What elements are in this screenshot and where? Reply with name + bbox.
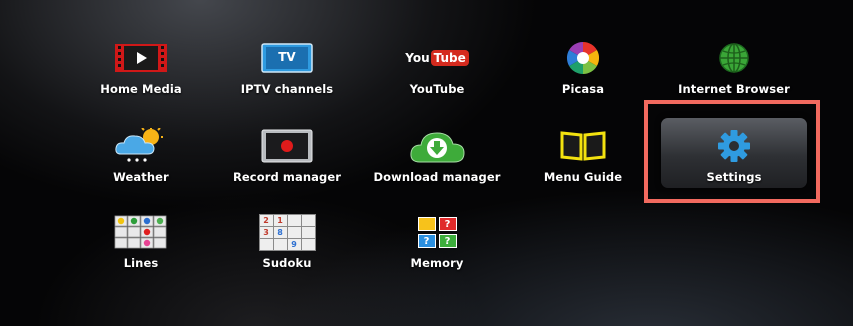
menu-item-sudoku[interactable]: 2 1 3 8 9 Sudoku [212,213,362,284]
menu-item-menu-guide[interactable]: Menu Guide [508,128,658,198]
sudoku-cell [301,214,315,226]
sudoku-cell [301,238,315,250]
menu-item-label: Home Media [100,82,182,96]
menu-item-label: Menu Guide [543,170,623,184]
sudoku-cell: 2 [259,214,273,226]
sudoku-cell: 8 [273,226,287,238]
menu-item-label: YouTube [409,82,465,96]
menu-item-label: Sudoku [262,256,312,270]
menu-item-label: Download manager [373,170,501,184]
sudoku-cell: 1 [273,214,287,226]
record-icon [261,128,313,164]
picasa-icon [566,40,600,76]
youtube-you-text: You [405,51,430,65]
menu-item-label: Memory [410,256,464,270]
home-media-icon [114,40,168,76]
menu-item-weather[interactable]: Weather [66,128,216,198]
sudoku-cell [301,226,315,238]
memory-game-icon: ? ? ? [417,214,457,250]
menu-item-download-manager[interactable]: Download manager [362,128,512,198]
menu-item-label: Weather [113,170,169,184]
sudoku-cell [273,238,287,250]
menu-item-label: Picasa [561,82,605,96]
memory-card: ? [438,233,457,248]
menu-item-iptv-channels[interactable]: TV IPTV channels [212,40,362,110]
youtube-tube-text: Tube [430,50,469,66]
menu-item-youtube[interactable]: You Tube YouTube [362,40,512,110]
download-icon [408,128,466,164]
menu-item-label: Internet Browser [678,82,790,96]
menu-item-record-manager[interactable]: Record manager [212,128,362,198]
menu-item-picasa[interactable]: Picasa [508,40,658,110]
youtube-icon: You Tube [405,40,469,76]
sudoku-cell [287,226,301,238]
highlight-frame [644,100,820,203]
globe-icon [718,40,750,76]
lines-game-icon [114,214,168,250]
tv-icon-text: TV [278,50,296,64]
sudoku-cell: 3 [259,226,273,238]
sudoku-cell: 9 [287,238,301,250]
memory-card [417,216,436,231]
menu-item-memory[interactable]: ? ? ? Memory [362,214,512,284]
book-icon [559,128,607,164]
memory-card: ? [417,233,436,248]
menu-item-label: IPTV channels [240,82,334,96]
menu-item-home-media[interactable]: Home Media [66,40,216,110]
memory-card: ? [438,216,457,231]
weather-icon [113,128,169,164]
menu-item-label: Record manager [232,170,342,184]
sudoku-cell [259,238,273,250]
menu-item-label: Lines [123,256,159,270]
sudoku-cell [287,214,301,226]
sudoku-icon: 2 1 3 8 9 [258,213,316,251]
menu-item-lines[interactable]: Lines [66,214,216,284]
tv-icon: TV [261,40,313,76]
